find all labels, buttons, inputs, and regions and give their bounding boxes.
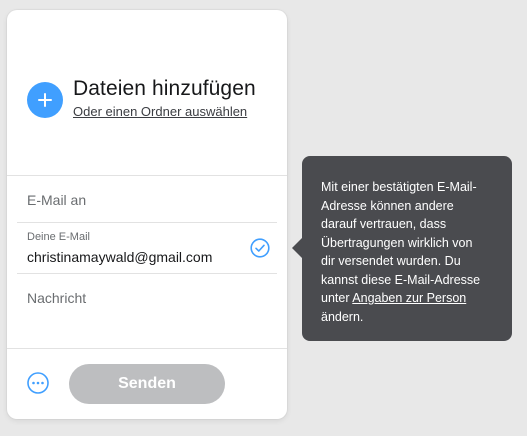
tooltip-line: dir versendet wurden. Du	[321, 254, 461, 268]
tooltip-line: Mit einer bestätigten E-Mail-	[321, 180, 477, 194]
divider-my-email	[17, 273, 277, 274]
divider-email-to	[17, 222, 277, 223]
my-email-label: Deine E-Mail	[27, 231, 90, 243]
send-button[interactable]: Senden	[69, 364, 225, 404]
tooltip-line: Adresse können andere	[321, 198, 454, 213]
more-options-button[interactable]	[27, 372, 49, 394]
email-to-field[interactable]: E-Mail an	[27, 191, 86, 209]
tooltip-text: Mit einer bestätigten E-Mail- Adresse kö…	[321, 178, 494, 326]
transfer-panel: Dateien hinzufügen Oder einen Ordner aus…	[7, 10, 287, 419]
verified-email-tooltip: Mit einer bestätigten E-Mail- Adresse kö…	[302, 156, 512, 341]
tooltip-line: Übertragungen wirklich von	[321, 235, 473, 250]
divider-bottom	[7, 348, 287, 349]
personal-details-link[interactable]: Angaben zur Person	[352, 291, 466, 305]
tooltip-text-prefix: unter	[321, 291, 353, 305]
tooltip-line-with-link: unter Angaben zur Person	[321, 289, 494, 308]
message-field[interactable]: Nachricht	[27, 289, 86, 307]
plus-icon	[38, 93, 52, 107]
my-email-field[interactable]: christinamaywald@gmail.com	[27, 248, 212, 266]
add-files-button[interactable]	[27, 82, 63, 118]
select-folder-link[interactable]: Oder einen Ordner auswählen	[73, 104, 247, 120]
check-circle-icon	[250, 238, 270, 258]
tooltip-line: kannst diese E-Mail-Adresse	[321, 272, 481, 287]
more-options-icon	[27, 372, 49, 394]
add-files-title[interactable]: Dateien hinzufügen	[73, 76, 256, 102]
tooltip-arrow	[292, 238, 302, 258]
tooltip-line: darauf vertrauen, dass	[321, 217, 447, 231]
tooltip-line: ändern.	[321, 309, 364, 324]
divider-top	[7, 175, 287, 176]
